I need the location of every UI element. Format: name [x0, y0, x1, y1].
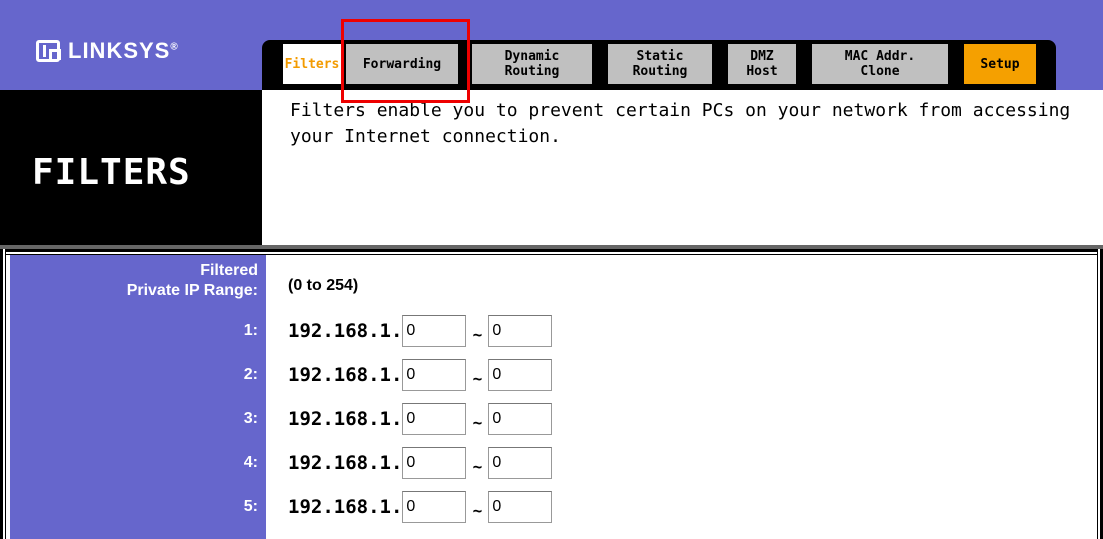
page-description: Filters enable you to prevent certain PC…: [290, 100, 1071, 147]
ip-range-row: 192.168.1. ~: [288, 403, 553, 435]
row-label-5: 5:: [243, 498, 258, 515]
ip-range-row: 192.168.1. ~: [288, 447, 553, 479]
ip-range-start-2[interactable]: [402, 359, 467, 391]
row-label-1: 1:: [243, 322, 258, 339]
filter-form: (0 to 254) 192.168.1. ~ 192.168.1. ~ 192…: [266, 255, 1097, 539]
ip-prefix: 192.168.1.: [288, 320, 403, 342]
ip-range-end-3[interactable]: [488, 403, 553, 435]
tab-filters[interactable]: Filters: [283, 44, 341, 84]
ip-range-row: 192.168.1. ~: [288, 315, 553, 347]
ip-range-end-4[interactable]: [488, 447, 553, 479]
ip-range-row: 192.168.1. ~: [288, 491, 553, 523]
tab-dynamic-routing[interactable]: Dynamic Routing: [472, 44, 592, 84]
ip-range-start-3[interactable]: [402, 403, 467, 435]
row-label-4: 4:: [243, 454, 258, 471]
filter-section: Filtered Private IP Range: 1: 2: 3: 4: 5…: [0, 249, 1103, 539]
ip-range-start-4[interactable]: [402, 447, 467, 479]
linksys-logo-icon: [36, 40, 61, 62]
ip-prefix: 192.168.1.: [288, 408, 403, 430]
ip-prefix: 192.168.1.: [288, 496, 403, 518]
row-label-3: 3:: [243, 410, 258, 427]
range-separator: ~: [472, 368, 483, 388]
range-separator: ~: [472, 500, 483, 520]
tab-mac-addr-clone[interactable]: MAC Addr. Clone: [812, 44, 948, 84]
tab-dmz-host[interactable]: DMZ Host: [728, 44, 796, 84]
frame-right-border: [1097, 249, 1103, 539]
logo-text: LINKSYS®: [68, 38, 179, 63]
ip-range-end-1[interactable]: [488, 315, 553, 347]
ip-range-start-1[interactable]: [402, 315, 467, 347]
range-separator: ~: [472, 412, 483, 432]
ip-range-end-5[interactable]: [488, 491, 553, 523]
tab-setup[interactable]: Setup: [964, 44, 1036, 84]
linksys-logo: LINKSYS®: [36, 38, 179, 64]
field-label-column: Filtered Private IP Range: 1: 2: 3: 4: 5…: [10, 255, 266, 539]
ip-prefix: 192.168.1.: [288, 364, 403, 386]
filtered-range-label: Filtered Private IP Range:: [126, 262, 258, 299]
ip-prefix: 192.168.1.: [288, 452, 403, 474]
tab-static-routing[interactable]: Static Routing: [608, 44, 712, 84]
range-separator: ~: [472, 324, 483, 344]
page-header-column: FILTERS: [0, 90, 262, 245]
row-label-2: 2:: [243, 366, 258, 383]
page-title: FILTERS: [32, 152, 191, 193]
ip-range-start-5[interactable]: [402, 491, 467, 523]
range-note: (0 to 254): [288, 277, 359, 294]
ip-range-row: 192.168.1. ~: [288, 359, 553, 391]
tab-forwarding[interactable]: Forwarding: [346, 44, 458, 84]
ip-range-end-2[interactable]: [488, 359, 553, 391]
range-separator: ~: [472, 456, 483, 476]
frame-left-border: [0, 249, 6, 539]
